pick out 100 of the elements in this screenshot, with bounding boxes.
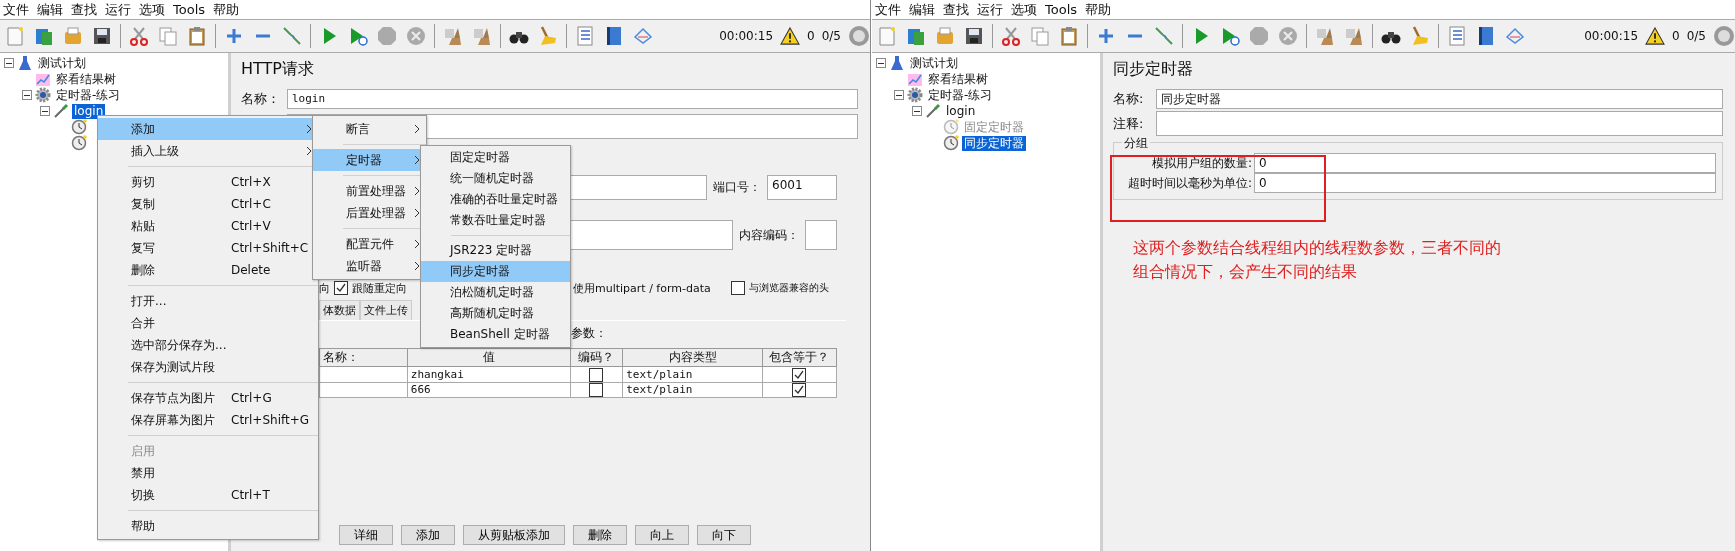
pipettes-icon[interactable]	[1153, 25, 1175, 47]
tree-toggle[interactable]	[912, 106, 922, 116]
tab[interactable]: 文件上传	[360, 300, 412, 320]
name-field[interactable]: login	[287, 89, 858, 109]
menu-bar-item[interactable]: 运行	[977, 0, 1003, 19]
list-icon[interactable]	[574, 25, 596, 47]
encoding-field[interactable]	[805, 220, 837, 250]
checkbox-label: 跟随重定向	[352, 280, 407, 296]
column-header[interactable]: 值	[407, 348, 571, 367]
menu-item[interactable]: 打开...	[98, 290, 318, 312]
tree-item[interactable]: 定时器-练习	[54, 87, 123, 103]
folder-icon[interactable]	[934, 25, 956, 47]
action-button[interactable]: 从剪贴板添加	[463, 525, 565, 545]
tree-item[interactable]: 测试计划	[36, 55, 88, 71]
scissors-icon[interactable]	[1000, 25, 1022, 47]
shortcut-label: Ctrl+X	[231, 175, 272, 189]
checkbox[interactable]	[792, 367, 807, 382]
checkbox[interactable]	[730, 281, 745, 295]
status-circle-icon[interactable]	[848, 25, 870, 47]
tree-item[interactable]: login	[72, 103, 106, 119]
shortcut-label: Ctrl+V	[231, 219, 272, 233]
menu-item[interactable]: 保存为测试片段	[98, 356, 318, 378]
menu-bar-item[interactable]: 编辑	[909, 0, 935, 19]
tree-item[interactable]: 同步定时器	[962, 135, 1026, 151]
checkbox[interactable]	[792, 383, 807, 397]
documents-icon[interactable]	[1029, 25, 1051, 47]
menu-item[interactable]: 帮助	[98, 515, 318, 537]
tab[interactable]: 体数据	[319, 300, 360, 320]
clipboard-icon[interactable]	[1058, 25, 1080, 47]
action-button[interactable]: 删除	[573, 525, 627, 545]
tree-toggle[interactable]	[876, 58, 886, 68]
name-field[interactable]: 同步定时器	[1156, 89, 1723, 109]
warning-icon	[780, 27, 801, 45]
column-header[interactable]: 名称：	[319, 348, 408, 367]
status-circle-icon[interactable]	[1713, 25, 1735, 47]
menu-bar-item[interactable]: 选项	[1011, 0, 1037, 19]
menu-bar-item[interactable]: 编辑	[37, 0, 63, 19]
menu-bar-item[interactable]: 文件	[875, 0, 901, 19]
comment-label: 注释:	[1113, 114, 1145, 133]
tree-item[interactable]: 定时器-练习	[926, 87, 995, 103]
shortcut-label: Ctrl+Shift+G	[231, 413, 311, 427]
menu-bar-item[interactable]: 选项	[139, 0, 165, 19]
group-title: 分组	[1122, 135, 1150, 152]
menu-item[interactable]: 合并	[98, 312, 318, 334]
menu-bar-item[interactable]: 帮助	[213, 0, 240, 19]
tree-toggle[interactable]	[40, 106, 50, 116]
action-button[interactable]: 向下	[697, 525, 751, 545]
list-icon[interactable]	[1446, 25, 1468, 47]
name-label: 名称:	[1113, 90, 1145, 108]
action-button[interactable]: 添加	[401, 525, 455, 545]
menu-item[interactable]: 选中部分保存为...	[98, 334, 318, 356]
menu-item[interactable]: 保存节点为图片 Ctrl+G	[98, 387, 318, 409]
chevron-icon	[414, 155, 420, 165]
table-cell: 666	[407, 382, 571, 398]
tree-toggle[interactable]	[22, 90, 32, 100]
menu-bar-item[interactable]: 帮助	[1085, 0, 1112, 19]
menu-bar-item[interactable]: 运行	[105, 0, 131, 19]
x-circle-icon[interactable]	[405, 25, 427, 47]
menu-item[interactable]: 同步定时器	[421, 261, 570, 282]
documents-icon[interactable]	[157, 25, 179, 47]
menu-item[interactable]: 保存屏幕为图片 Ctrl+Shift+G	[98, 409, 318, 431]
menu-item[interactable]: BeanShell 定时器	[421, 324, 570, 345]
menu-bar-item[interactable]: Tools	[173, 2, 206, 17]
shortcut-label: Ctrl+T	[231, 488, 271, 502]
warning-count: 0	[1672, 29, 1680, 43]
tree-toggle[interactable]	[4, 58, 14, 68]
column-header[interactable]: 内容类型	[622, 348, 763, 367]
flask-icon	[17, 55, 33, 71]
stop-sign-icon[interactable]	[376, 25, 398, 47]
tree-item[interactable]: 察看结果树	[926, 71, 990, 87]
action-button[interactable]: 向上	[635, 525, 689, 545]
menu-item[interactable]: 高斯随机定时器	[421, 303, 570, 324]
scissors-icon[interactable]	[128, 25, 150, 47]
checkbox[interactable]	[334, 281, 348, 295]
thread-count: 0/5	[1686, 29, 1706, 43]
stop-sign-icon[interactable]	[1248, 25, 1270, 47]
column-header[interactable]: 编码？	[570, 348, 623, 367]
menu-bar-item[interactable]: 文件	[3, 0, 29, 19]
folder-icon[interactable]	[62, 25, 84, 47]
comment-field[interactable]	[1156, 111, 1723, 136]
clipboard-icon[interactable]	[186, 25, 208, 47]
checkbox[interactable]	[589, 383, 604, 397]
tree-item[interactable]: login	[944, 103, 978, 119]
tree-toggle[interactable]	[894, 90, 904, 100]
menu-bar-item[interactable]: 查找	[943, 0, 969, 19]
port-field[interactable]: 6001	[767, 175, 837, 200]
input-field[interactable]: 0	[1254, 173, 1716, 193]
menu-item[interactable]: 切换 Ctrl+T	[98, 484, 318, 506]
pipettes-icon[interactable]	[281, 25, 303, 47]
column-header[interactable]: 包含等于？	[762, 348, 837, 367]
input-field[interactable]: 0	[1254, 153, 1716, 173]
tree-item[interactable]: 测试计划	[908, 55, 960, 71]
checkbox[interactable]	[589, 367, 604, 382]
menu-bar-item[interactable]: Tools	[1045, 2, 1078, 17]
tree-item[interactable]: 察看结果树	[54, 71, 118, 87]
menu-item[interactable]: 禁用	[98, 462, 318, 484]
x-circle-icon[interactable]	[1277, 25, 1299, 47]
action-button[interactable]: 详细	[339, 525, 393, 545]
menu-item[interactable]: 泊松随机定时器	[421, 282, 570, 303]
menu-bar-item[interactable]: 查找	[71, 0, 97, 19]
